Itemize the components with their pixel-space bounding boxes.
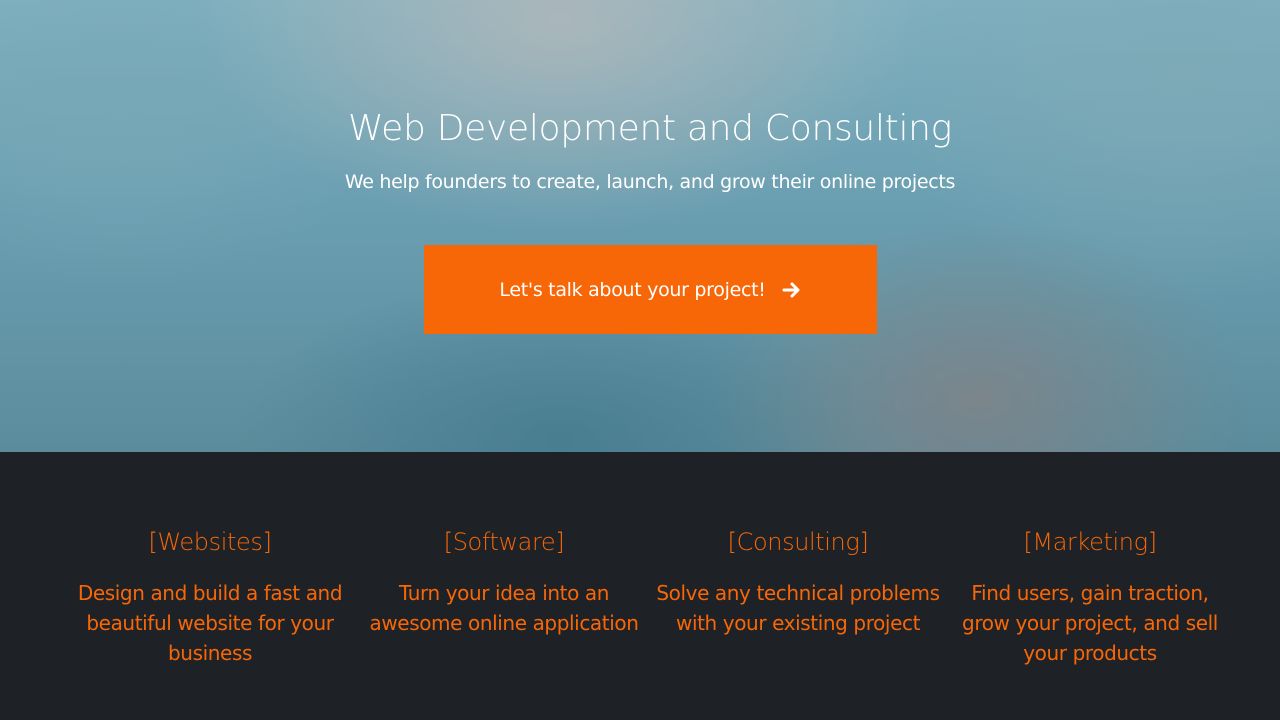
arrow-right-icon bbox=[782, 282, 800, 297]
service-title: [Consulting] bbox=[727, 528, 869, 556]
service-websites: [Websites] Design and build a fast and b… bbox=[60, 524, 360, 668]
hero-title: Web Development and Consulting bbox=[348, 108, 952, 149]
service-marketing: [Marketing] Find users, gain traction, g… bbox=[940, 524, 1240, 668]
hero-section: Web Development and Consulting We help f… bbox=[0, 0, 1280, 452]
cta-button-label: Let's talk about your project! bbox=[499, 278, 766, 301]
service-description: Solve any technical problems with your e… bbox=[656, 581, 940, 635]
hero-subtitle: We help founders to create, launch, and … bbox=[344, 171, 956, 193]
services-section: [Websites] Design and build a fast and b… bbox=[0, 452, 1280, 720]
service-software: [Software] Turn your idea into an awesom… bbox=[354, 524, 654, 638]
service-title: [Software] bbox=[443, 528, 565, 556]
service-title: [Marketing] bbox=[1023, 528, 1157, 556]
service-consulting: [Consulting] Solve any technical problem… bbox=[648, 524, 948, 638]
contact-cta-button[interactable]: Let's talk about your project! bbox=[424, 245, 877, 334]
service-description: Design and build a fast and beautiful we… bbox=[77, 581, 343, 665]
service-title: [Websites] bbox=[148, 528, 272, 556]
service-description: Turn your idea into an awesome online ap… bbox=[369, 581, 639, 635]
service-description: Find users, gain traction, grow your pro… bbox=[962, 581, 1218, 665]
